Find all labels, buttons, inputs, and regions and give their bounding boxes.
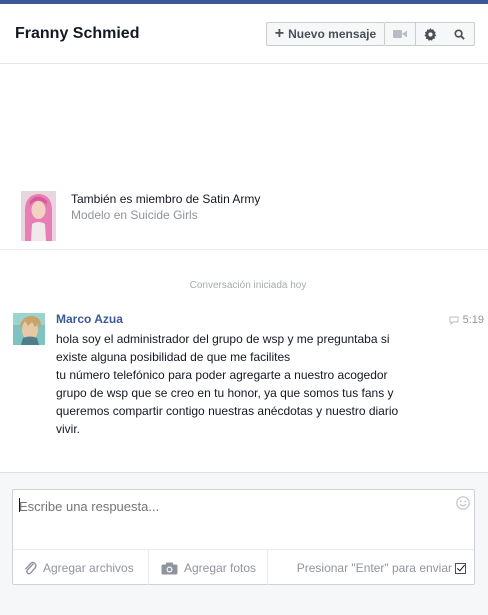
conversation-started-label: Conversación iniciada hoy xyxy=(189,280,307,291)
add-photos-label: Agregar fotos xyxy=(184,561,257,575)
message-sender-name[interactable]: Marco Azua xyxy=(56,312,123,326)
new-message-button[interactable]: + Nuevo mensaje xyxy=(266,22,385,46)
enter-to-send-checkbox[interactable] xyxy=(455,562,466,574)
add-files-button[interactable]: Agregar archivos xyxy=(23,550,149,586)
video-call-button[interactable] xyxy=(385,22,416,46)
settings-button[interactable] xyxy=(415,22,445,46)
add-files-label: Agregar archivos xyxy=(43,561,134,575)
enter-to-send-label: Presionar "Enter" para enviar xyxy=(296,561,452,575)
paperclip-icon xyxy=(23,560,37,576)
message-line: queremos compartir contigo nuestras anéc… xyxy=(56,404,399,418)
profile-summary: También es miembro de Satin Army Modelo … xyxy=(0,180,488,250)
profile-membership-text: También es miembro de Satin Army xyxy=(71,192,261,206)
message-line: grupo de wsp que se creo en tu honor, ya… xyxy=(56,386,394,400)
message-line: existe alguna posibilidad de que me faci… xyxy=(56,350,291,364)
search-icon xyxy=(453,28,465,40)
message-body: hola soy el administrador del grupo de w… xyxy=(56,330,446,438)
reply-input[interactable] xyxy=(19,496,439,516)
speech-bubble-icon xyxy=(449,316,459,325)
reply-composer: Agregar archivos Agregar fotos Presionar… xyxy=(12,489,475,586)
enter-to-send-toggle[interactable]: Presionar "Enter" para enviar xyxy=(297,550,466,586)
text-caret xyxy=(19,498,20,512)
message-line: hola soy el administrador del grupo de w… xyxy=(56,332,390,346)
sender-avatar[interactable] xyxy=(13,313,45,345)
camera-icon xyxy=(161,562,178,575)
add-photos-button[interactable]: Agregar fotos xyxy=(149,550,268,586)
message-time-text: 5:19 xyxy=(462,314,484,326)
message-timestamp: 5:19 xyxy=(449,314,484,326)
message-line: tu número telefónico para poder agregart… xyxy=(56,368,388,382)
conversation-title[interactable]: Franny Schmied xyxy=(15,25,139,43)
plus-icon: + xyxy=(274,25,285,42)
composer-actions: Agregar archivos Agregar fotos Presionar… xyxy=(13,549,474,586)
profile-picture[interactable] xyxy=(21,191,56,241)
gear-icon xyxy=(423,27,436,41)
new-message-label: Nuevo mensaje xyxy=(288,27,377,41)
message-line: vivir. xyxy=(56,422,80,436)
profile-occupation-text: Modelo en Suicide Girls xyxy=(71,208,198,222)
composer-area: Agregar archivos Agregar fotos Presionar… xyxy=(0,472,488,615)
emoji-icon[interactable] xyxy=(456,496,470,510)
search-button[interactable] xyxy=(444,22,475,46)
video-icon xyxy=(393,30,407,38)
conversation-header: Franny Schmied + Nuevo mensaje xyxy=(0,4,488,64)
